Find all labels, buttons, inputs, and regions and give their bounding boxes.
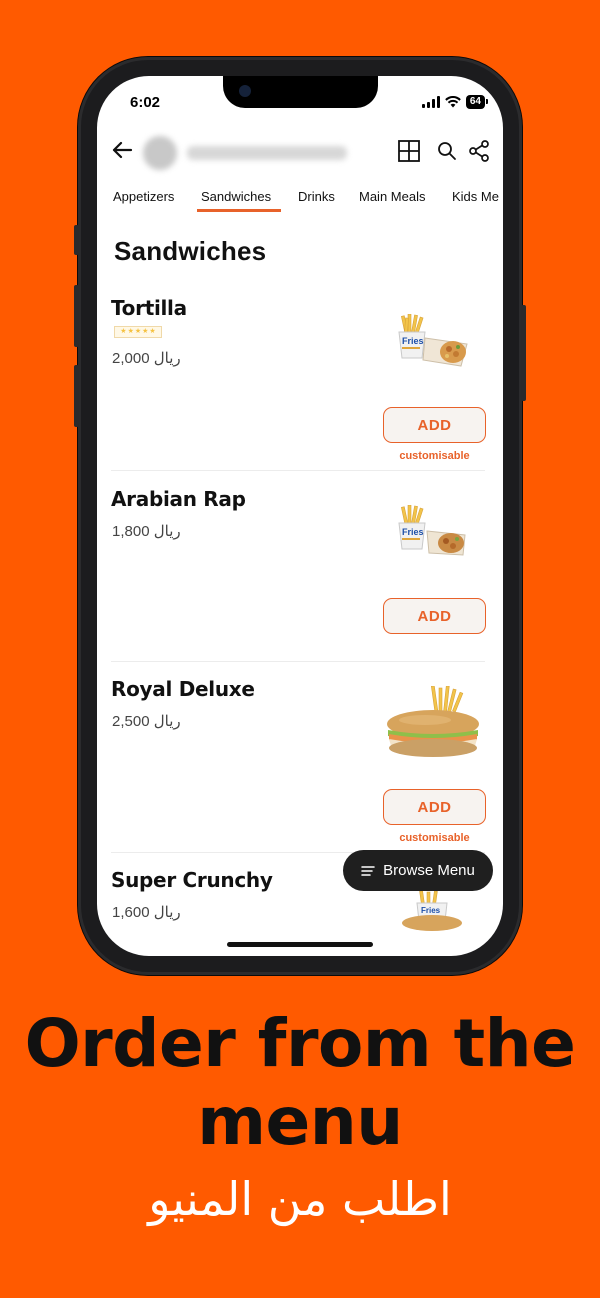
search-icon[interactable] bbox=[434, 138, 460, 164]
menu-item[interactable]: Royal Deluxe 2,500 ريال ADD customisable bbox=[111, 672, 487, 844]
share-icon[interactable] bbox=[466, 138, 492, 164]
tab-drinks[interactable]: Drinks bbox=[298, 189, 335, 204]
star-icon: ★ bbox=[149, 328, 156, 335]
item-name: Tortilla bbox=[111, 296, 187, 320]
customisable-label: customisable bbox=[399, 450, 470, 462]
menu-item[interactable]: Arabian Rap 1,800 ريال Fries ADD bbox=[111, 481, 487, 641]
royal-deluxe-sandwich-image bbox=[387, 686, 479, 757]
section-title: Sandwiches bbox=[114, 236, 267, 266]
tortilla-fries-image: Fries bbox=[398, 314, 468, 367]
top-bar bbox=[97, 132, 503, 172]
status-icons: 64 bbox=[421, 95, 489, 109]
super-crunchy-image: Fries bbox=[402, 891, 462, 931]
mute-switch bbox=[74, 225, 79, 255]
phone-frame: 6:02 64 Appetizers Sandwiches Drinks Mai… bbox=[74, 57, 526, 975]
store-name-blurred bbox=[187, 146, 347, 160]
menu-item[interactable]: Tortilla ★ ★ ★ ★ ★ 2,000 ريال Fries ADD … bbox=[111, 290, 487, 462]
signal-icon bbox=[421, 96, 440, 108]
item-name: Arabian Rap bbox=[111, 487, 246, 511]
add-button[interactable]: ADD bbox=[383, 598, 486, 634]
wifi-icon bbox=[445, 96, 461, 108]
item-name: Super Crunchy bbox=[111, 868, 273, 892]
headline-arabic: اطلب من المنيو bbox=[148, 1172, 452, 1226]
tab-kids-meals[interactable]: Kids Me bbox=[452, 189, 499, 204]
dynamic-island bbox=[223, 76, 378, 108]
active-tab-indicator bbox=[197, 209, 281, 212]
svg-text:Fries: Fries bbox=[402, 336, 424, 346]
star-icon: ★ bbox=[127, 328, 134, 335]
star-icon: ★ bbox=[120, 328, 127, 335]
tab-appetizers[interactable]: Appetizers bbox=[113, 189, 174, 204]
headline: Order from the menu bbox=[24, 1005, 576, 1160]
volume-up-button bbox=[74, 285, 79, 347]
browse-menu-button[interactable]: Browse Menu bbox=[343, 850, 493, 891]
browse-menu-label: Browse Menu bbox=[383, 862, 475, 879]
rating-stars: ★ ★ ★ ★ ★ bbox=[114, 326, 162, 338]
svg-text:Fries: Fries bbox=[421, 906, 441, 915]
phone-screen: 6:02 64 Appetizers Sandwiches Drinks Mai… bbox=[97, 76, 503, 956]
divider bbox=[111, 470, 485, 471]
add-button[interactable]: ADD bbox=[383, 407, 486, 443]
item-price: 1,800 ريال bbox=[112, 523, 181, 540]
item-price: 2,500 ريال bbox=[112, 713, 181, 730]
camera-icon bbox=[239, 85, 251, 97]
menu-lines-icon bbox=[361, 865, 375, 876]
status-time: 6:02 bbox=[130, 94, 161, 111]
star-icon: ★ bbox=[142, 328, 149, 335]
tab-sandwiches[interactable]: Sandwiches bbox=[201, 189, 271, 204]
customisable-label: customisable bbox=[399, 832, 470, 844]
star-icon: ★ bbox=[134, 328, 142, 335]
store-logo bbox=[143, 136, 177, 170]
arabian-rap-fries-image: Fries bbox=[398, 505, 466, 556]
divider bbox=[111, 661, 485, 662]
item-name: Royal Deluxe bbox=[111, 677, 255, 701]
home-indicator[interactable] bbox=[227, 942, 373, 947]
power-button bbox=[521, 305, 526, 401]
item-price: 2,000 ريال bbox=[112, 350, 181, 367]
tab-main-meals[interactable]: Main Meals bbox=[359, 189, 425, 204]
svg-text:Fries: Fries bbox=[402, 527, 424, 537]
item-price: 1,600 ريال bbox=[112, 904, 181, 921]
battery-indicator: 64 bbox=[465, 95, 489, 109]
back-arrow-icon[interactable] bbox=[111, 139, 133, 161]
grid-icon[interactable] bbox=[396, 138, 422, 164]
volume-down-button bbox=[74, 365, 79, 427]
add-button[interactable]: ADD bbox=[383, 789, 486, 825]
category-tabs: Appetizers Sandwiches Drinks Main Meals … bbox=[97, 186, 503, 216]
